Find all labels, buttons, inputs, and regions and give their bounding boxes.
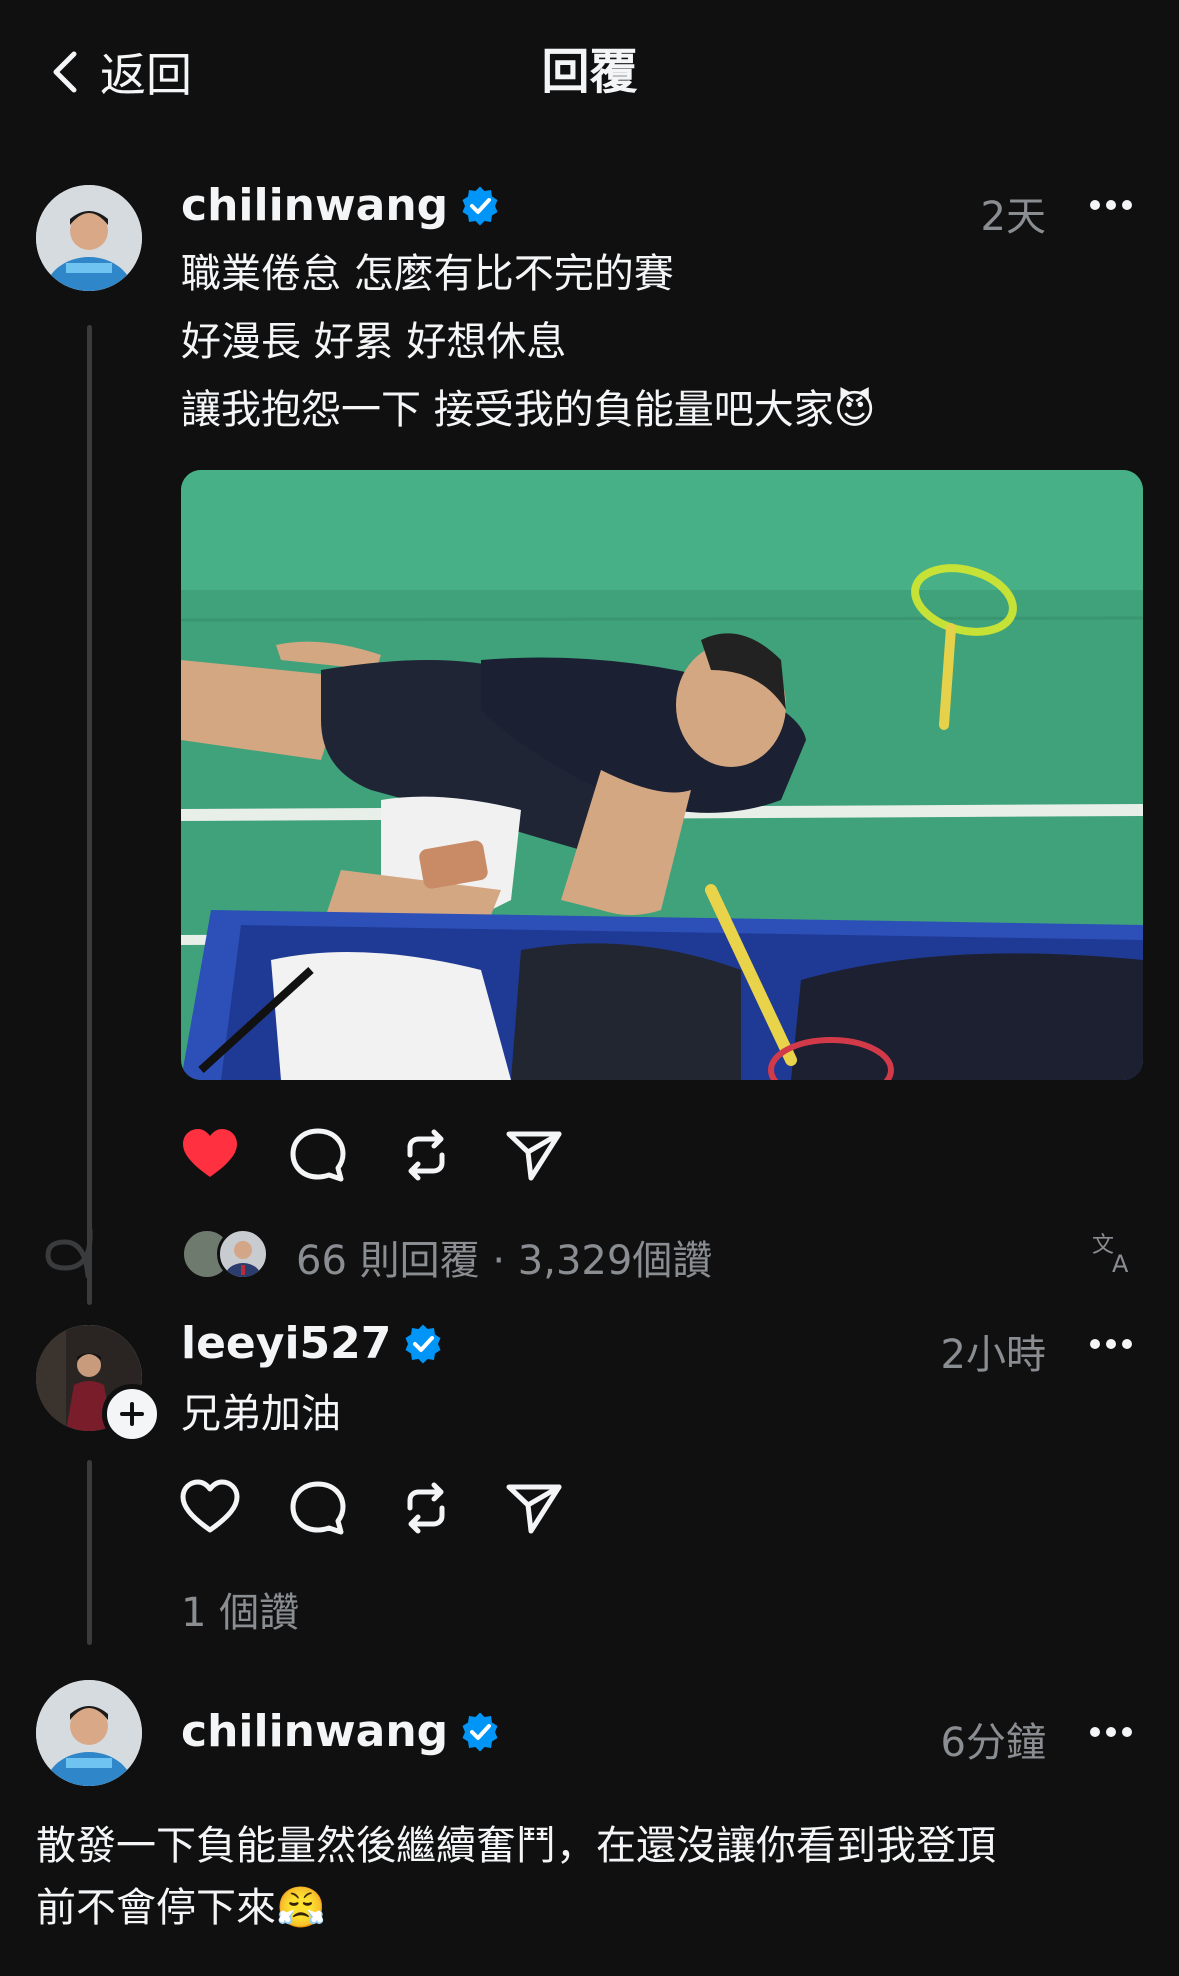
svg-text:文: 文 <box>1092 1233 1114 1258</box>
verified-badge-icon <box>462 186 498 225</box>
post-actions <box>180 1125 564 1185</box>
replies-count[interactable]: 66 則回覆 <box>296 1238 480 1284</box>
likes-count[interactable]: 3,329個讚 <box>518 1238 713 1284</box>
reply1-actions <box>180 1478 564 1538</box>
verified-badge-icon <box>405 1324 441 1363</box>
repost-icon[interactable] <box>396 1478 456 1538</box>
verified-badge-icon <box>462 1712 498 1751</box>
heart-icon[interactable] <box>180 1478 240 1538</box>
comment-icon[interactable] <box>288 1478 348 1538</box>
comment-icon[interactable] <box>288 1125 348 1185</box>
thread-line-reply <box>87 1460 92 1645</box>
send-icon[interactable] <box>504 1478 564 1538</box>
badminton-player-photo <box>181 470 1143 1080</box>
heart-icon[interactable] <box>180 1125 240 1185</box>
post-time: 2天 <box>980 194 1046 240</box>
more-dots-icon[interactable] <box>1087 1722 1135 1742</box>
reply1-username[interactable]: leeyi527 <box>181 1318 443 1369</box>
post-text-line-2: 好漫長 好累 好想休息 <box>181 319 567 365</box>
thread-line <box>87 325 92 1305</box>
reply2-text-line-2: 前不會停下來😤 <box>36 1885 326 1931</box>
reply2-username[interactable]: chilinwang <box>181 1706 500 1757</box>
svg-text:A: A <box>1112 1250 1129 1276</box>
reply2-text-line-1: 散發一下負能量然後繼續奮鬥，在還沒讓你看到我登頂 <box>36 1823 996 1869</box>
post-photo[interactable] <box>181 470 1143 1080</box>
username-text: chilinwang <box>181 180 449 231</box>
more-dots-icon[interactable] <box>1087 1334 1135 1354</box>
avatar-image <box>36 185 142 291</box>
username-text: leeyi527 <box>181 1318 392 1369</box>
username-text: chilinwang <box>181 1706 449 1757</box>
send-icon[interactable] <box>504 1125 564 1185</box>
reply2-time: 6分鐘 <box>940 1720 1046 1766</box>
post-username[interactable]: chilinwang <box>181 180 500 231</box>
replier-avatar-2 <box>217 1228 269 1280</box>
reply1-text: 兄弟加油 <box>181 1391 341 1437</box>
avatar-chilinwang-reply[interactable] <box>36 1680 142 1786</box>
repost-icon[interactable] <box>396 1125 456 1185</box>
plus-icon <box>120 1402 144 1426</box>
stats-separator: · <box>492 1238 506 1284</box>
post-text-line-1: 職業倦怠 怎麼有比不完的賽 <box>181 251 674 297</box>
replier-avatars <box>181 1226 269 1280</box>
thread-loop-icon <box>45 1228 93 1278</box>
avatar-chilinwang[interactable] <box>36 185 142 291</box>
post-stats: 66 則回覆 · 3,329個讚 <box>296 1228 712 1286</box>
reply1-likes[interactable]: 1 個讚 <box>181 1580 299 1638</box>
translate-icon[interactable]: 文 A <box>1090 1228 1138 1276</box>
post-text-line-3: 讓我抱怨一下 接受我的負能量吧大家😈 <box>181 387 876 433</box>
follow-button[interactable] <box>102 1384 162 1444</box>
reply1-time: 2小時 <box>940 1332 1046 1378</box>
avatar-image <box>36 1680 142 1786</box>
page-title: 回覆 <box>541 44 638 100</box>
more-dots-icon[interactable] <box>1087 195 1135 215</box>
